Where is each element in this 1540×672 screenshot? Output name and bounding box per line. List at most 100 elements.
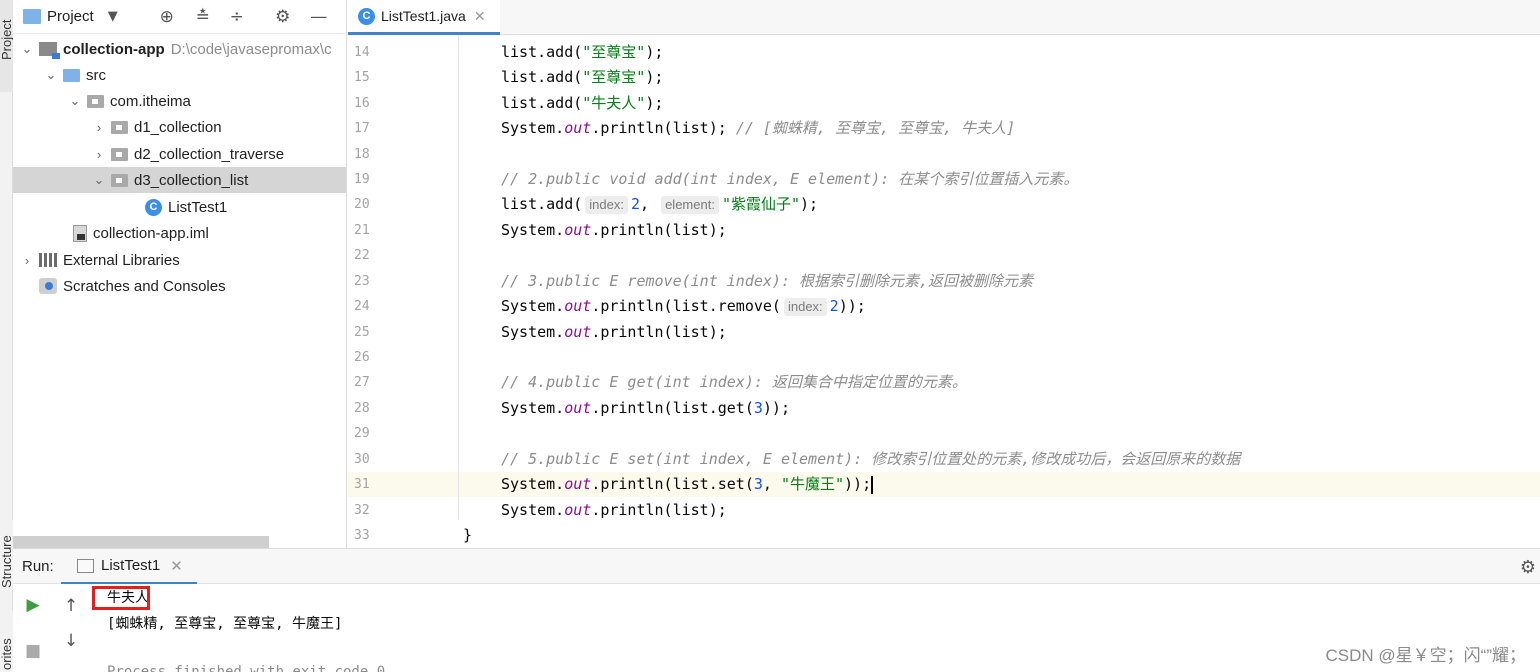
string-literal: "牛夫人" [582,94,646,112]
structure-tool-label: Structure [0,535,14,588]
gear-icon[interactable]: ⚙ [1520,557,1536,578]
code: .println(list.get( [591,399,754,417]
static-field: out [564,501,592,519]
tree-item-src[interactable]: ⌄ src [13,62,346,88]
structure-tool-tab[interactable]: Structure [0,520,14,590]
code-line-30[interactable]: // 5.public E set(int index, E element):… [420,447,1540,472]
code: list.add( [501,68,583,86]
module-icon [39,42,60,59]
chevron-down-icon[interactable]: ⌄ [91,172,107,188]
line-number: 19 [354,172,370,187]
code: .println(list.set( [591,475,754,493]
left-tool-strip: Project Structure orites [0,0,14,672]
chevron-down-icon[interactable]: ▼ [104,9,122,24]
chevron-right-icon[interactable]: › [19,253,35,268]
tree-item-label: External Libraries [63,251,180,269]
project-tool-tab[interactable]: Project [0,0,14,92]
chevron-right-icon[interactable]: › [91,147,107,162]
code-line-24[interactable]: System.out.println(list.remove(index: 2))… [420,294,1540,319]
code: list.add( [501,195,583,213]
code-line-17[interactable]: System.out.println(list); // [蜘蛛精, 至尊宝, … [420,116,1540,141]
chevron-down-icon[interactable]: ⌄ [19,41,35,57]
close-icon[interactable]: ✕ [170,557,183,575]
param-hint: element: [661,196,719,214]
expand-all-icon[interactable]: ≛ [194,7,212,27]
tree-item-com-itheima[interactable]: ⌄ com.itheima [13,88,346,114]
code: .println(list); [591,119,736,137]
code-line-21[interactable]: System.out.println(list); [420,218,1540,243]
favorites-tool-tab[interactable]: orites [0,610,14,672]
tree-item-label: ListTest1 [168,198,228,216]
highlight-box [92,586,150,610]
code: .println(list); [591,323,727,341]
project-panel-header: Project ▼ ⊕ ≛ ÷ ⚙ — [13,0,346,34]
tree-item-d2-collection-traverse[interactable]: › d2_collection_traverse [13,141,346,167]
code: )); [838,297,866,315]
tree-item-d3-collection-list[interactable]: ⌄ d3_collection_list [13,167,346,193]
tree-item-listtest1[interactable]: C ListTest1 [13,194,346,220]
editor-tab-bar: C ListTest1.java ✕ [348,0,1540,35]
code-line-20[interactable]: list.add(index: 2, element: "紫霞仙子"); [420,192,1540,217]
code-line-31-current[interactable]: System.out.println(list.set(3, "牛魔王")); [420,472,1540,497]
line-number: 29 [354,426,370,441]
code: , [640,195,659,213]
locate-icon[interactable]: ⊕ [158,7,176,27]
text-cursor [871,475,874,494]
tree-item-external-libraries[interactable]: › External Libraries [13,247,346,273]
tree-item-label: d2_collection_traverse [134,145,285,163]
project-view-title[interactable]: Project [47,8,94,25]
string-literal: "至尊宝" [582,68,646,86]
line-number: 15 [354,70,370,85]
code-line-14[interactable]: list.add("至尊宝"); [420,40,1540,65]
tab-listtest1-java[interactable]: C ListTest1.java ✕ [348,0,500,35]
module-path: D:\code\javasepromax\c [170,40,332,58]
code: ); [800,195,819,213]
class-icon: C [358,7,375,25]
stop-icon[interactable]: ■ [22,640,44,662]
code-line-25[interactable]: System.out.println(list); [420,320,1540,345]
comment: // 2.public void add(int index, E elemen… [501,170,1079,188]
package-icon [111,147,128,161]
tree-item-d1-collection[interactable]: › d1_collection [13,114,346,140]
line-number: 16 [354,96,370,111]
tree-item-iml[interactable]: collection-app.iml [13,220,346,246]
console-output[interactable]: 牛夫人 [蜘蛛精, 至尊宝, 至尊宝, 牛魔王] Process finishe… [91,584,1540,672]
gear-icon[interactable]: ⚙ [274,7,292,27]
code-line-23[interactable]: // 3.public E remove(int index): 根据索引删除元… [420,269,1540,294]
code: )); [844,475,872,493]
arrow-down-icon[interactable]: ↓ [60,630,82,652]
close-icon[interactable]: ✕ [474,8,486,25]
collapse-all-icon[interactable]: ÷ [228,7,246,27]
chevron-right-icon[interactable]: › [91,120,107,135]
line-number: 20 [354,197,370,212]
code-line-16[interactable]: list.add("牛夫人"); [420,91,1540,116]
line-number: 30 [354,452,370,467]
code-line-28[interactable]: System.out.println(list.get(3)); [420,396,1540,421]
tree-item-scratches[interactable]: Scratches and Consoles [13,273,346,299]
package-icon [87,94,104,108]
tree-item-label: src [86,66,106,84]
code-line-32[interactable]: System.out.println(list); [420,498,1540,523]
chevron-down-icon[interactable]: ⌄ [67,93,83,109]
line-number: 18 [354,147,370,162]
line-number: 27 [354,375,370,390]
hide-panel-icon[interactable]: — [310,7,328,27]
code-line-15[interactable]: list.add("至尊宝"); [420,65,1540,90]
code-line-19[interactable]: // 2.public void add(int index, E elemen… [420,167,1540,192]
project-view-icon [23,9,41,24]
chevron-down-icon[interactable]: ⌄ [43,67,59,83]
arrow-up-icon[interactable]: ↑ [60,595,82,617]
project-horizontal-scrollbar[interactable] [13,536,269,548]
code: list.add( [501,94,583,112]
run-toolbar: ▶ ↑ ■ ↓ [13,584,91,672]
run-tab-listtest1[interactable]: ListTest1 ✕ [61,549,197,585]
code-editor[interactable]: list.add("至尊宝"); list.add("至尊宝"); list.a… [420,35,1540,548]
code-line-27[interactable]: // 4.public E get(int index): 返回集合中指定位置的… [420,370,1540,395]
code: System. [501,221,565,239]
code-line-33[interactable]: } [420,523,1540,548]
run-tab-label: ListTest1 [101,557,161,574]
static-field: out [564,399,592,417]
rerun-icon[interactable]: ▶ [22,594,44,616]
tree-item-collection-app[interactable]: ⌄ collection-app D:\code\javasepromax\c [13,36,346,62]
code: System. [501,119,565,137]
